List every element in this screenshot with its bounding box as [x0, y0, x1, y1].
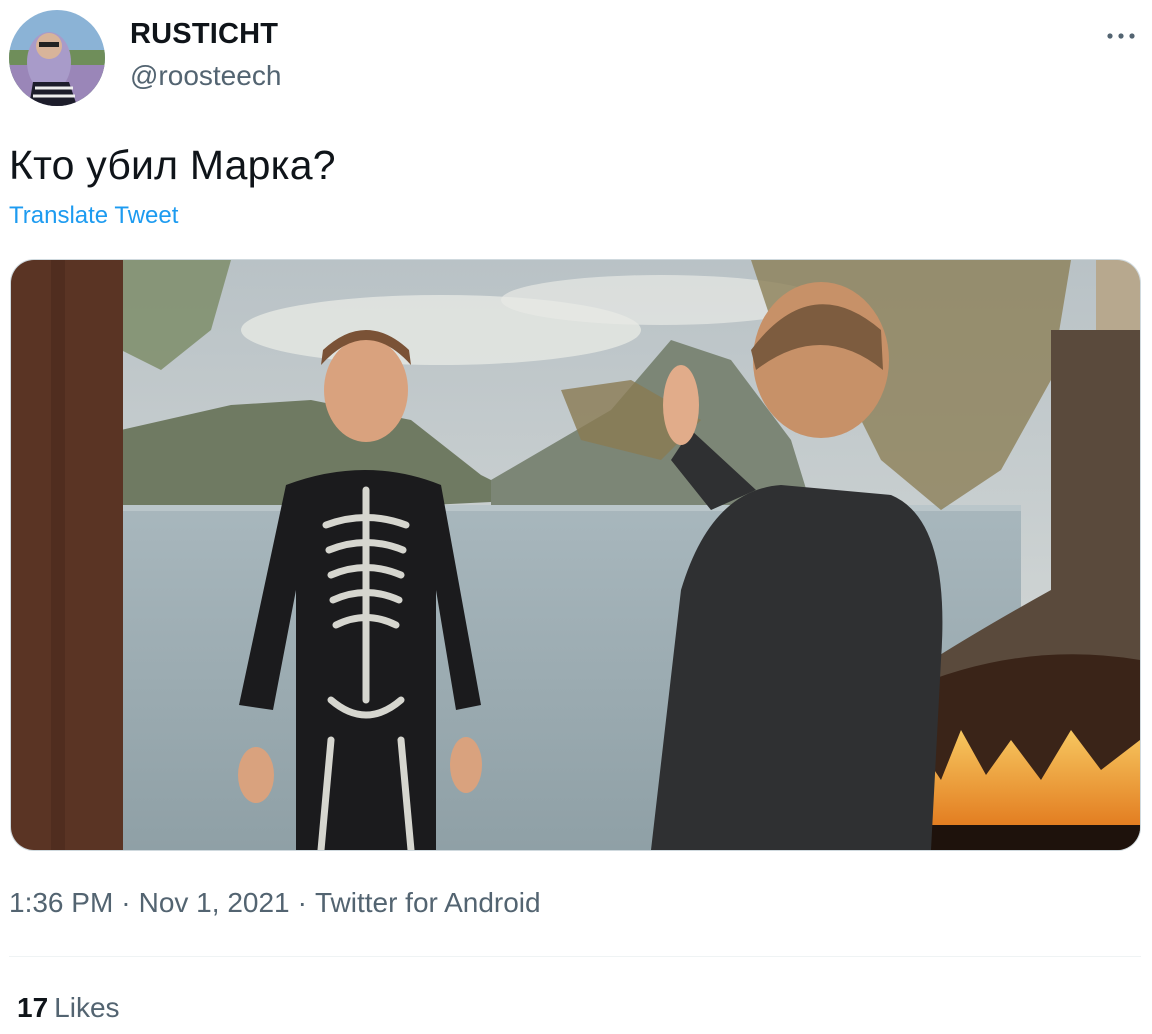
tweet-time[interactable]: 1:36 PM	[9, 887, 113, 918]
tweet-meta: 1:36 PM · Nov 1, 2021 · Twitter for Android	[9, 887, 541, 919]
likes-label: Likes	[54, 992, 120, 1023]
profile-photo-avatar	[9, 10, 105, 106]
tweet-media[interactable]	[10, 259, 1141, 851]
more-options-button[interactable]	[1104, 24, 1138, 48]
author-display-name[interactable]: RUSTICHT	[130, 18, 278, 51]
divider	[9, 956, 1141, 957]
avatar[interactable]	[9, 10, 105, 106]
likes-count: 17	[17, 992, 49, 1023]
tweet-photo	[11, 260, 1140, 850]
likes-stat[interactable]: 17 Likes	[17, 992, 120, 1024]
author-handle: @roosteech	[130, 60, 282, 91]
more-dots-icon	[1107, 33, 1135, 39]
meta-separator: ·	[121, 887, 131, 918]
translate-tweet-link[interactable]: Translate Tweet	[9, 202, 178, 230]
tweet-date[interactable]: Nov 1, 2021	[139, 887, 290, 918]
tweet-text: Кто убил Марка?	[9, 142, 336, 188]
tweet-source-link[interactable]: Twitter for Android	[315, 887, 541, 918]
meta-separator: ·	[297, 887, 307, 918]
